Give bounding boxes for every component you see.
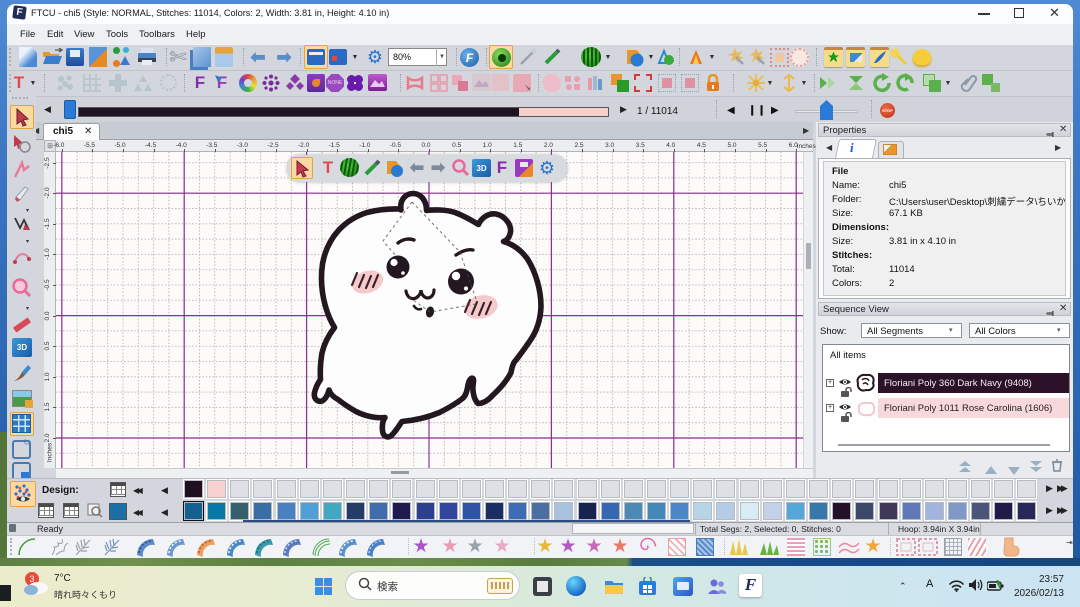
svg-text:3: 3: [29, 574, 34, 584]
